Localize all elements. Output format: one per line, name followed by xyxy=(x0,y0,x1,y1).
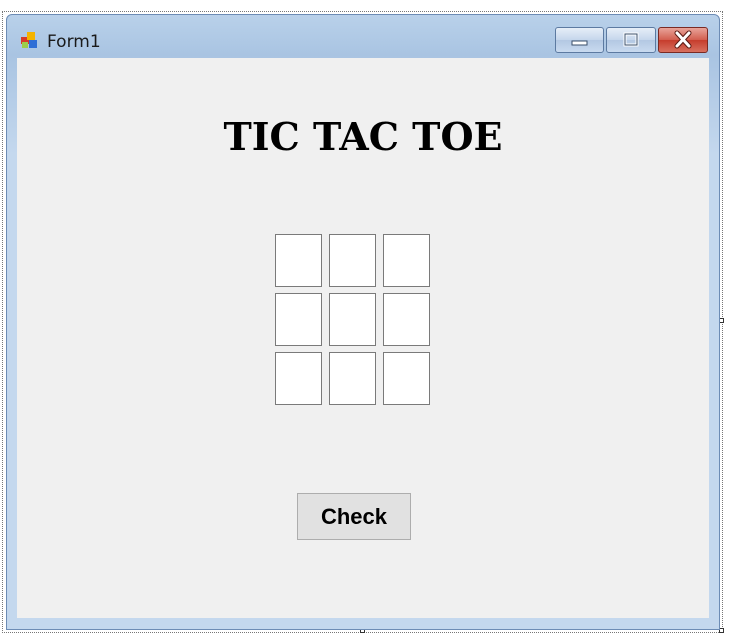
maximize-button[interactable] xyxy=(606,27,656,53)
winforms-app-icon xyxy=(21,32,37,48)
board-cell-4[interactable] xyxy=(275,293,322,346)
close-icon xyxy=(674,30,692,49)
board-cell-8[interactable] xyxy=(329,352,376,405)
minimize-icon xyxy=(571,40,588,46)
title-bar[interactable]: Form1 xyxy=(7,15,719,59)
board-cell-6[interactable] xyxy=(383,293,430,346)
maximize-icon xyxy=(623,32,639,47)
board-cell-7[interactable] xyxy=(275,352,322,405)
minimize-button[interactable] xyxy=(555,27,604,53)
game-title: TIC TAC TOE xyxy=(223,114,503,159)
window-title: Form1 xyxy=(47,32,101,52)
board-cell-5[interactable] xyxy=(329,293,376,346)
board-cell-3[interactable] xyxy=(383,234,430,287)
board-cell-1[interactable] xyxy=(275,234,322,287)
close-button[interactable] xyxy=(658,27,708,53)
form-client-area: TIC TAC TOE Check xyxy=(17,58,709,618)
board-cell-9[interactable] xyxy=(383,352,430,405)
game-board xyxy=(275,234,435,414)
form-window: Form1 TIC TAC TOE Check xyxy=(6,14,720,630)
board-cell-2[interactable] xyxy=(329,234,376,287)
check-button[interactable]: Check xyxy=(297,493,411,540)
